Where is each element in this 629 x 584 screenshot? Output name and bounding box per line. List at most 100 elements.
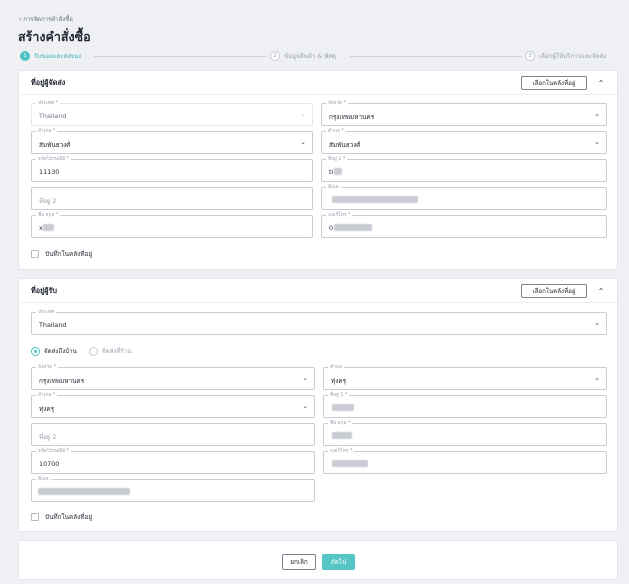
field-value: Thailand	[39, 112, 67, 120]
field-placeholder: ที่อยู่ 2	[39, 198, 57, 205]
field-label: ประเทศ *	[36, 100, 60, 107]
sender-postcode-input[interactable]: รหัสไปรษณีย์ * 11130	[31, 156, 313, 182]
chevron-down-icon: ⌄	[300, 110, 306, 118]
field-placeholder: ที่อยู่ 2	[39, 434, 57, 441]
redacted-text	[332, 196, 418, 203]
receiver-address2-input[interactable]: ที่อยู่ 2	[31, 423, 315, 446]
step-label: เลือกผู้ให้บริการและจัดส่ง	[539, 53, 607, 60]
receiver-card-header: ที่อยู่ผู้รับ เลือกในคลังที่อยู่ ⌃	[19, 279, 617, 303]
receiver-postcode-input[interactable]: รหัสไปรษณีย์ * 10700	[31, 448, 315, 474]
redacted-text	[334, 168, 342, 175]
step-connector	[350, 56, 522, 57]
sender-subdistrict-select[interactable]: ตำบล * สัมพันธวงศ์ ⌄	[321, 128, 607, 154]
receiver-address1-input[interactable]: ที่อยู่ 1 *	[323, 392, 607, 418]
sender-card-title: ที่อยู่ผู้จัดส่ง	[31, 78, 66, 87]
field-label: อีเมล	[36, 476, 51, 483]
sender-select-from-book-button[interactable]: เลือกในคลังที่อยู่	[521, 76, 587, 90]
radio-circle[interactable]	[89, 346, 98, 356]
breadcrumb[interactable]: ‹ การจัดการคำสั่งซื้อ	[19, 14, 73, 24]
field-label: รหัสไปรษณีย์ *	[36, 156, 72, 163]
radio-label: จัดส่งถึงบ้าน	[44, 348, 77, 355]
field-label: ประเทศ	[36, 309, 57, 316]
receiver-country-select[interactable]: ประเทศ Thailand ⌄	[31, 309, 607, 335]
step-number: 2	[270, 51, 280, 61]
checkbox-box[interactable]	[31, 513, 39, 521]
receiver-email-input[interactable]: อีเมล	[31, 476, 315, 502]
field-value: 10700	[39, 460, 60, 468]
receiver-card-title: ที่อยู่ผู้รับ	[31, 286, 57, 295]
field-label: ชื่อ สกุล *	[36, 212, 61, 219]
sender-province-select[interactable]: จังหวัด * กรุงเทพมหานคร ⌄	[321, 100, 607, 126]
field-value: ทุ่งครุ	[39, 405, 55, 413]
redacted-text	[332, 460, 368, 467]
next-button[interactable]: ถัดไป	[322, 554, 355, 570]
field-label: อีเมล	[326, 184, 341, 191]
sender-district-select[interactable]: อำเภอ * สัมพันธวงศ์ ⌄	[31, 128, 313, 154]
receiver-name-input[interactable]: ชื่อ สกุล *	[323, 420, 607, 446]
field-value: กรุงเทพมหานคร	[39, 377, 85, 385]
field-value: ทุ่งครุ	[331, 377, 347, 385]
sender-address1-input[interactable]: ที่อยู่ 1 * ti	[321, 156, 607, 182]
receiver-district-select[interactable]: อำเภอ * ทุ่งครุ ⌄	[31, 392, 315, 418]
redacted-text	[38, 488, 130, 495]
field-label: เบอร์โทร *	[326, 212, 353, 219]
radio-label: จัดส่งที่ร้าน	[102, 348, 132, 355]
field-label: เบอร์โทร *	[328, 448, 355, 455]
field-label: อำเภอ *	[36, 392, 58, 399]
receiver-province-select[interactable]: จังหวัด * กรุงเทพมหานคร ⌄	[31, 364, 315, 390]
radio-circle[interactable]	[31, 346, 40, 356]
checkbox-label: บันทึกในคลังที่อยู่	[45, 513, 93, 521]
field-label: ที่อยู่ 1 *	[328, 392, 350, 399]
receiver-select-from-book-button[interactable]: เลือกในคลังที่อยู่	[521, 284, 587, 298]
chevron-up-icon[interactable]: ⌃	[596, 78, 606, 88]
receiver-phone-input[interactable]: เบอร์โทร *	[323, 448, 607, 474]
field-label: ชื่อ สกุล *	[328, 420, 353, 427]
sender-email-input[interactable]: อีเมล	[321, 184, 607, 210]
field-label: อำเภอ *	[36, 128, 58, 135]
chevron-down-icon: ⌄	[302, 402, 308, 410]
field-label: รหัสไปรษณีย์ *	[36, 448, 72, 455]
field-label: จังหวัด *	[36, 364, 59, 371]
stepper: 1 รับของและส่งของ 2 ข้อมูลสินค้า & พัสดุ…	[20, 51, 614, 63]
sender-address2-input[interactable]: ที่อยู่ 2	[31, 187, 313, 210]
chevron-down-icon: ⌄	[594, 319, 600, 327]
receiver-save-to-book-checkbox[interactable]: บันทึกในคลังที่อยู่	[31, 512, 92, 522]
sender-country-select: ประเทศ * Thailand ⌄	[31, 100, 313, 126]
step-connector	[94, 56, 266, 57]
page-title: สร้างคำสั่งซื้อ	[18, 29, 91, 44]
field-value: สัมพันธวงศ์	[329, 141, 361, 149]
field-label: ตำบล	[328, 364, 344, 371]
checkbox-label: บันทึกในคลังที่อยู่	[45, 250, 93, 258]
sender-address-card: ที่อยู่ผู้จัดส่ง เลือกในคลังที่อยู่ ⌃ ปร…	[18, 70, 618, 270]
field-value: Thailand	[39, 321, 67, 329]
field-value: 11130	[39, 168, 60, 176]
field-label: จังหวัด *	[326, 100, 349, 107]
chevron-down-icon: ⌄	[594, 374, 600, 382]
step-label: ข้อมูลสินค้า & พัสดุ	[284, 53, 337, 60]
chevron-down-icon: ⌄	[302, 374, 308, 382]
redacted-text	[43, 224, 54, 231]
chevron-down-icon: ⌄	[300, 138, 306, 146]
redacted-text	[332, 404, 354, 411]
chevron-down-icon: ⌄	[594, 138, 600, 146]
sender-name-input[interactable]: ชื่อ สกุล * x	[31, 212, 313, 238]
step-3[interactable]: 3 เลือกผู้ให้บริการและจัดส่ง	[525, 51, 606, 61]
field-label: ตำบล *	[326, 128, 346, 135]
sender-phone-input[interactable]: เบอร์โทร * 0	[321, 212, 607, 238]
delivery-home-radio[interactable]: จัดส่งถึงบ้าน	[31, 346, 77, 356]
receiver-subdistrict-select[interactable]: ตำบล ทุ่งครุ ⌄	[323, 364, 607, 390]
step-2[interactable]: 2 ข้อมูลสินค้า & พัสดุ	[270, 51, 336, 61]
field-value: กรุงเทพมหานคร	[329, 113, 375, 121]
checkbox-box[interactable]	[31, 250, 39, 258]
sender-save-to-book-checkbox[interactable]: บันทึกในคลังที่อยู่	[31, 249, 92, 259]
redacted-text	[332, 432, 352, 439]
cancel-button[interactable]: ยกเลิก	[282, 554, 316, 570]
step-1[interactable]: 1 รับของและส่งของ	[20, 51, 81, 61]
chevron-up-icon[interactable]: ⌃	[596, 286, 606, 296]
step-number: 3	[525, 51, 535, 61]
footer-actions-card: ยกเลิก ถัดไป	[18, 540, 618, 580]
field-value: ti	[329, 168, 334, 176]
delivery-store-radio[interactable]: จัดส่งที่ร้าน	[89, 346, 132, 356]
chevron-down-icon: ⌄	[594, 110, 600, 118]
receiver-address-card: ที่อยู่ผู้รับ เลือกในคลังที่อยู่ ⌃ ประเท…	[18, 278, 618, 532]
